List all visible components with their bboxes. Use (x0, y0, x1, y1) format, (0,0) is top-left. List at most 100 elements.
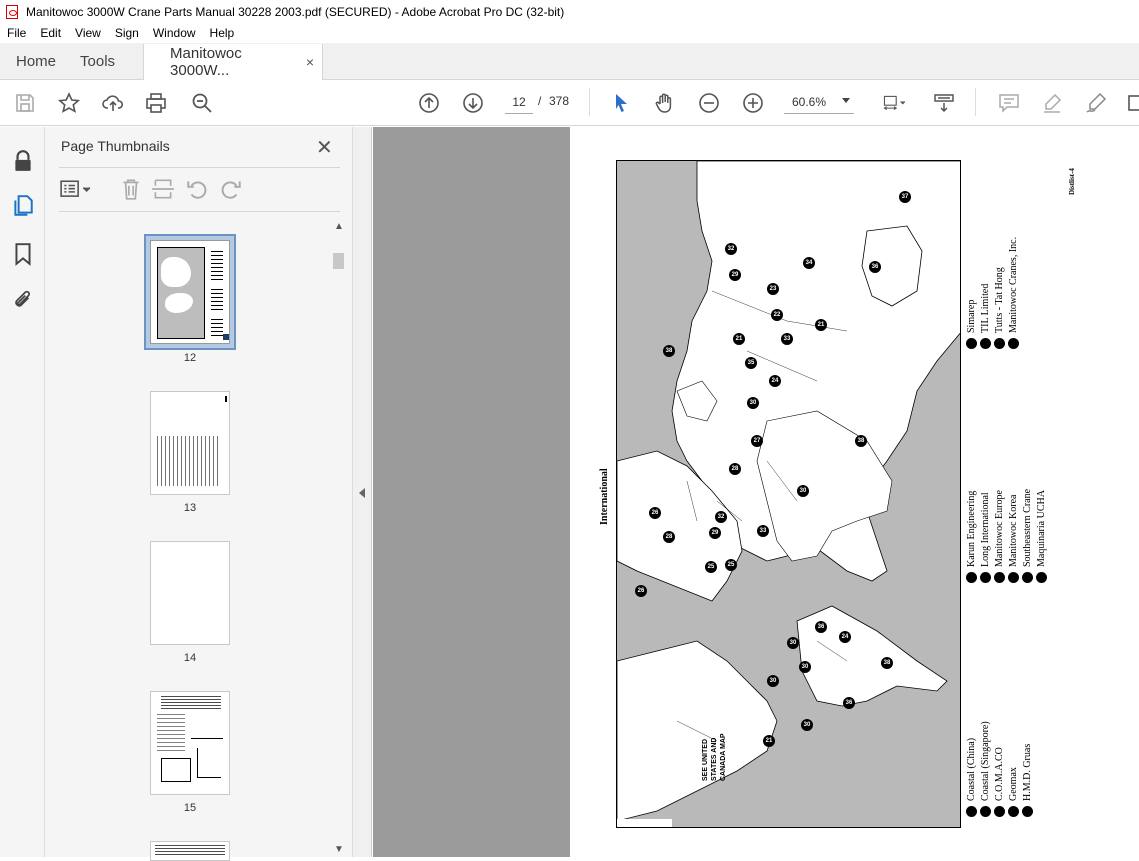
bookmark-icon[interactable] (11, 242, 35, 266)
page-number-input[interactable]: 12 (505, 91, 533, 114)
map-pin: 25 (705, 561, 717, 573)
legend-item: Karun Engineering (966, 489, 977, 583)
legend-marker-icon (994, 338, 1005, 349)
comment-icon[interactable] (997, 91, 1021, 115)
zoom-search-icon[interactable] (190, 91, 214, 115)
map-pin: 24 (839, 631, 851, 643)
save-icon[interactable] (13, 91, 37, 115)
sign-icon[interactable] (1084, 91, 1108, 115)
page-up-icon[interactable] (417, 91, 441, 115)
document-viewport[interactable]: Distlist-4 International 37 32 34 36 29 … (373, 127, 1139, 857)
pdf-page: Distlist-4 International 37 32 34 36 29 … (570, 127, 1139, 857)
rotate-left-icon[interactable] (185, 177, 209, 201)
legend-item: Long International (980, 489, 991, 583)
page-separator: / (538, 94, 542, 108)
tab-document[interactable]: Manitowoc 3000W... × (143, 44, 324, 80)
upload-icon[interactable] (101, 91, 125, 115)
menu-help[interactable]: Help (203, 26, 242, 40)
map-pin: 38 (881, 657, 893, 669)
legend-item: Manitowoc Europe (994, 489, 1005, 583)
menu-edit[interactable]: Edit (33, 26, 68, 40)
rotate-right-icon[interactable] (219, 177, 243, 201)
divider (59, 167, 340, 168)
legend-column-2: Karun Engineering Long International Man… (966, 489, 1047, 583)
legend-marker-icon (1008, 806, 1019, 817)
legend-item: Manitowoc Korea (1008, 489, 1019, 583)
thumbnail-label: 14 (183, 652, 197, 664)
options-menu-icon[interactable] (59, 177, 93, 201)
map-pin: 22 (771, 309, 783, 321)
tab-document-label: Manitowoc 3000W... (170, 45, 242, 79)
scrollbar-thumb[interactable] (333, 253, 344, 269)
legend-marker-icon (1036, 572, 1047, 583)
thumbnail-preview (150, 240, 230, 344)
left-rail (0, 127, 45, 857)
legend-marker-icon (1022, 572, 1033, 583)
zoom-value: 60.6% (792, 95, 827, 109)
attachment-icon[interactable] (11, 288, 35, 312)
toolbar: 12 / 378 60.6% (0, 80, 1139, 126)
tab-home[interactable]: Home (0, 43, 72, 79)
map-pin: 33 (757, 525, 769, 537)
thumbnail-page-14[interactable] (150, 541, 230, 645)
menu-view[interactable]: View (68, 26, 108, 40)
map-pin: 24 (769, 375, 781, 387)
select-arrow-icon[interactable] (609, 91, 633, 115)
map-pin: 32 (715, 511, 727, 523)
legend-marker-icon (966, 338, 977, 349)
page-heading: International (599, 468, 610, 525)
page-fit-icon[interactable] (877, 91, 911, 115)
acrobat-icon (6, 4, 18, 19)
star-icon[interactable] (57, 91, 81, 115)
map-pin: 29 (709, 527, 721, 539)
map-pin: 21 (763, 735, 775, 747)
page-header: Distlist-4 (1068, 168, 1076, 195)
map-pin: 21 (815, 319, 827, 331)
menu-file[interactable]: File (0, 26, 33, 40)
tab-tools[interactable]: Tools (72, 43, 131, 79)
legend-column-3: Simarep TIL Limited Tutts - Tat Hong Man… (966, 237, 1019, 349)
lock-icon[interactable] (11, 149, 35, 173)
menu-sign[interactable]: Sign (108, 26, 146, 40)
zoom-select[interactable]: 60.6% (784, 91, 854, 114)
window-title: Manitowoc 3000W Crane Parts Manual 30228… (26, 4, 565, 19)
world-map-graphic (617, 161, 960, 827)
map-note: SEE UNITED STATES AND CANADA MAP (702, 733, 727, 781)
print-icon[interactable] (144, 91, 168, 115)
chevron-down-icon (842, 98, 850, 103)
map-pin: 26 (635, 585, 647, 597)
highlight-icon[interactable] (1040, 91, 1064, 115)
thumbnail-scrollbar[interactable]: ▲ ▼ (331, 219, 345, 855)
page-thumbnails-icon[interactable] (11, 194, 35, 218)
close-icon[interactable]: ✕ (316, 135, 333, 160)
scroll-down-icon[interactable]: ▼ (334, 844, 344, 855)
map-pin: 38 (663, 345, 675, 357)
close-tab-icon[interactable]: × (306, 54, 314, 70)
delete-page-icon[interactable] (119, 177, 143, 201)
zoom-out-icon[interactable] (697, 91, 721, 115)
legend-item: Manitowoc Cranes, Inc. (1008, 237, 1019, 349)
zoom-in-icon[interactable] (741, 91, 765, 115)
extract-page-icon[interactable] (151, 177, 175, 201)
hand-icon[interactable] (653, 91, 677, 115)
panel-collapse-handle[interactable] (353, 127, 372, 857)
thumbnail-page-15[interactable] (150, 691, 230, 795)
legend-marker-icon (1008, 338, 1019, 349)
map-pin: 29 (729, 269, 741, 281)
scroll-up-icon[interactable]: ▲ (334, 221, 344, 232)
legend-item: TIL Limited (980, 237, 991, 349)
panel-title: Page Thumbnails (61, 138, 170, 154)
menu-window[interactable]: Window (146, 26, 203, 40)
more-tools-icon[interactable] (1124, 91, 1139, 115)
map-pin: 33 (781, 333, 793, 345)
thumbnail-page-16[interactable] (150, 841, 230, 861)
map-pin: 35 (745, 357, 757, 369)
legend-marker-icon (980, 572, 991, 583)
legend-item: C.O.M.A.CO (994, 721, 1005, 817)
thumbnail-page-12[interactable] (144, 234, 236, 350)
page-down-icon[interactable] (461, 91, 485, 115)
scroll-mode-icon[interactable] (932, 91, 956, 115)
title-bar: Manitowoc 3000W Crane Parts Manual 30228… (0, 0, 1139, 23)
legend-item: Coastal (Singapore) (980, 721, 991, 817)
thumbnail-page-13[interactable] (150, 391, 230, 495)
